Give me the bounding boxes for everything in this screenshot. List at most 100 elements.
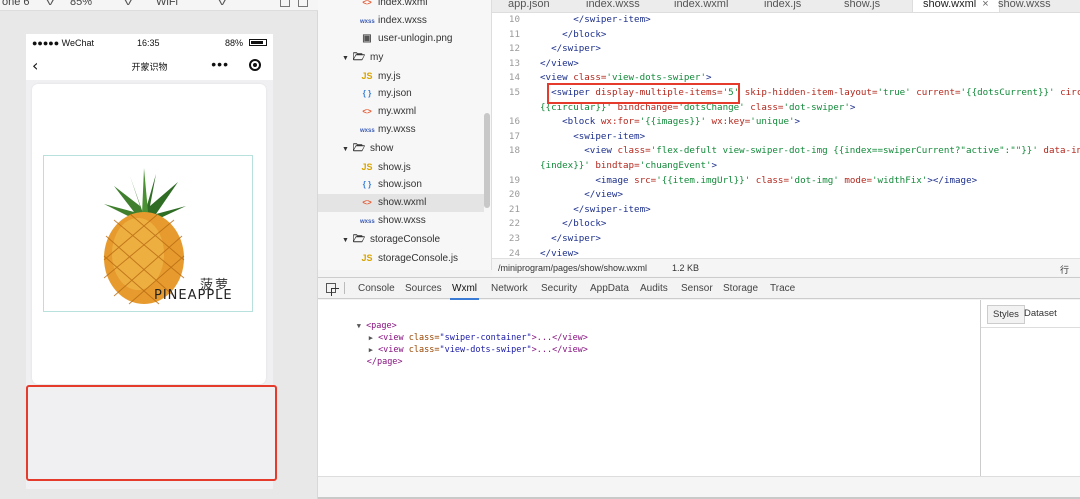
code-token: 'flex-defult view-swiper-dot-img {{index… [650,145,1038,157]
code-token: <view [540,72,574,84]
code-line[interactable]: {index}}' bindtap='chuangEvent'> [492,158,1080,173]
folder-icon: 🗁 [352,142,366,154]
code-token: 'widthFix' [872,174,928,186]
code-text: </swiper-item> [540,13,650,27]
editor-tab-app.json[interactable]: app.json [508,0,550,12]
copy-icon[interactable] [298,0,308,7]
tree-file-show.wxss[interactable]: wxss show.wxss [318,212,484,230]
code-token: class= [573,72,607,84]
swiper-card[interactable]: 菠萝 PINEAPPLE 🔈 [32,84,266,398]
status-bar: ●●●●● WeChat 16:35 88% [26,34,273,54]
devtools-tab-sensor[interactable]: Sensor [681,283,713,294]
tree-folder-storageConsole[interactable]: ▼ 🗁 storageConsole [342,231,440,249]
dom-node-page[interactable]: ▼ <page> [326,308,397,331]
tree-file-my.wxss[interactable]: wxss my.wxss [318,121,484,139]
tree-file-index.wxss[interactable]: wxss index.wxss [318,12,484,30]
chevron-down-icon: v [218,0,226,7]
more-icon[interactable]: ••• [211,56,229,72]
code-line[interactable]: 16 <block wx:for='{{images}}' wx:key='un… [492,114,1080,129]
code-line[interactable]: 24 </view> [492,246,1080,258]
inspect-icon[interactable] [326,283,339,296]
code-line[interactable]: 22 </block> [492,216,1080,231]
code-token: 'dot-img' [789,174,839,186]
tree-file-my.js[interactable]: JS my.js [318,67,484,85]
devtools-tab-trace[interactable]: Trace [770,283,795,294]
editor-tab-show.js[interactable]: show.js [844,0,880,12]
devtools-tab-console[interactable]: Console [358,283,395,294]
tree-folder-my[interactable]: ▼ 🗁 my [342,49,383,67]
editor-tab-label: index.js [764,0,802,10]
code-line[interactable]: 23 </swiper> [492,231,1080,246]
json-file-icon: { } [362,180,372,189]
editor-tab-index.wxss[interactable]: index.wxss [586,0,640,12]
tree-item-label: my.js [378,70,401,82]
devtools-tab-storage[interactable]: Storage [723,283,758,294]
tree-item-label: index.wxml [378,0,428,8]
editor-tab-index.js[interactable]: index.js [764,0,801,12]
editor-tab-label: show.js [844,0,881,10]
wxml-tree: ▼ <page> ▶ <view class="swiper-container… [318,300,980,476]
editor-status-bar: /miniprogram/pages/show/show.wxml 1.2 KB… [492,258,1080,286]
code-line[interactable]: 19 <image src='{{item.imgUrl}}' class='d… [492,173,1080,188]
devtools-tab-audits[interactable]: Audits [640,283,668,294]
devtools-tab-wxml[interactable]: Wxml [450,283,479,300]
editor-tab-show.wxml[interactable]: show.wxml × [912,0,1000,12]
code-token: <swiper-item> [573,130,646,142]
code-editor[interactable]: 10 </swiper-item> 11 </block> 12 </swiper>… [492,13,1080,258]
code-line[interactable]: 18 <view class='flex-defult view-swiper-… [492,143,1080,158]
code-token: data-in [1043,145,1080,157]
tree-file-my.json[interactable]: { } my.json [318,85,484,103]
line-number: 22 [508,218,520,230]
devtools-tab-sources[interactable]: Sources [405,283,442,294]
devtools-tab-appdata[interactable]: AppData [590,283,629,294]
code-token: > [794,116,801,128]
device-select[interactable]: one 6 v [2,0,53,8]
line-number: 18 [508,145,520,157]
dom-node-swiper-container[interactable]: ▶ <view class="swiper-container">...</vi… [338,320,588,343]
tree-file-storageConsole.js[interactable]: JS storageConsole.js [318,249,484,267]
network-select[interactable]: WiFi v [156,0,226,8]
wxss-file-icon: wxss [360,128,375,135]
tree-file-show.json[interactable]: { } show.json [318,176,484,194]
tree-file-show.wxml[interactable]: <> show.wxml [318,194,484,213]
code-line[interactable]: 11 </block> [492,27,1080,42]
expand-arrow-icon[interactable]: ▼ [342,232,352,250]
code-token: > [849,101,856,113]
expand-arrow-icon[interactable]: ▼ [342,141,352,159]
zoom-select[interactable]: 85% v [70,0,132,8]
tree-file-user-unlogin.png[interactable]: ▣ user-unlogin.png [318,30,484,48]
code-line[interactable]: 21 </swiper-item> [492,202,1080,217]
capsule-close-icon[interactable] [249,59,261,71]
folder-icon: 🗁 [352,233,366,245]
bottom-scrollbar[interactable] [318,476,1080,499]
devtools-tab-security[interactable]: Security [541,283,577,294]
tree-folder-show[interactable]: ▼ 🗁 show [342,140,393,158]
code-token: {index}}' [540,160,590,171]
dom-node-view-dots-swiper[interactable]: ▶ <view class="view-dots-swiper">...</vi… [338,332,588,355]
expand-arrow-icon[interactable]: ▼ [342,50,352,68]
editor-tab-index.wxml[interactable]: index.wxml [674,0,728,12]
code-line[interactable]: 20 </view> [492,187,1080,202]
js-file-icon: JS [361,252,373,263]
code-token: </swiper> [551,43,601,55]
close-icon[interactable]: × [982,0,988,10]
battery-icon [249,39,267,46]
editor-tab-show.wxss[interactable]: show.wxss [998,0,1051,12]
tree-file-index.wxml[interactable]: <> index.wxml [318,0,484,12]
side-tab-dataset[interactable]: Dataset [1019,305,1062,322]
line-number: 24 [508,247,520,258]
devtools-tab-network[interactable]: Network [491,283,528,294]
tree-file-show.js[interactable]: JS show.js [318,158,484,176]
rotate-icon[interactable] [280,0,290,7]
tree-file-my.wxml[interactable]: <> my.wxml [318,103,484,121]
js-file-icon: JS [361,70,373,81]
code-text: <image src='{{item.imgUrl}}' class='dot-… [540,173,977,188]
line-number: 21 [508,203,520,215]
code-line[interactable]: 13 </view> [492,56,1080,71]
code-line[interactable]: 12 </swiper> [492,41,1080,56]
code-line[interactable]: 10 </swiper-item> [492,13,1080,27]
file-tree-scrollbar[interactable] [484,113,490,208]
json-file-icon: { } [362,89,372,98]
code-line[interactable]: 17 <swiper-item> [492,129,1080,144]
